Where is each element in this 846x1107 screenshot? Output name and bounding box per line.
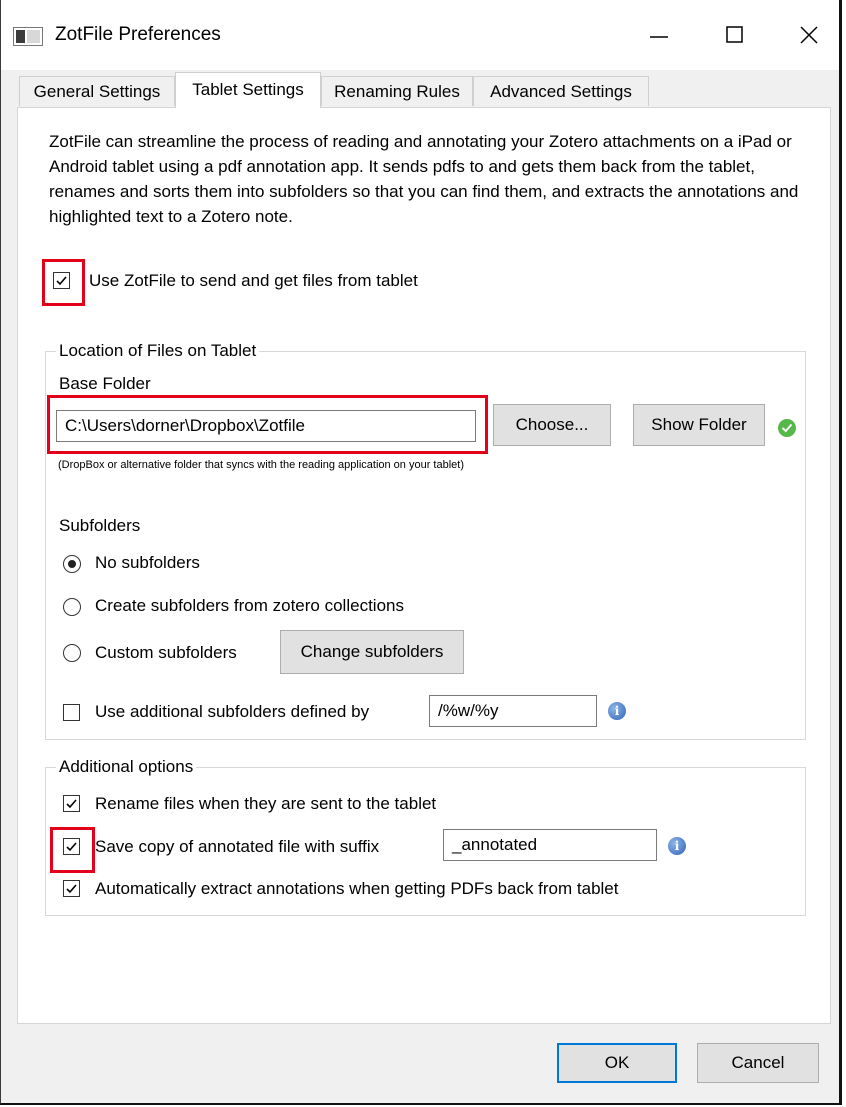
location-legend: Location of Files on Tablet <box>56 341 260 361</box>
save-copy-checkbox[interactable] <box>63 838 80 855</box>
choose-folder-button[interactable]: Choose... <box>493 404 611 446</box>
base-folder-input[interactable]: C:\Users\dorner\Dropbox\Zotfile <box>56 410 476 442</box>
tab-tablet-settings[interactable]: Tablet Settings <box>175 72 321 108</box>
close-icon <box>800 26 818 44</box>
window-title: ZotFile Preferences <box>55 24 221 45</box>
radio-no-subfolders[interactable] <box>63 555 81 573</box>
extract-annotations-label: Automatically extract annotations when g… <box>95 879 619 898</box>
show-folder-button[interactable]: Show Folder <box>633 404 765 446</box>
base-folder-hint: (DropBox or alternative folder that sync… <box>58 459 464 471</box>
checkmark-icon <box>66 884 77 894</box>
radio-no-subfolders-label: No subfolders <box>95 553 200 572</box>
intro-description: ZotFile can streamline the process of re… <box>49 132 799 226</box>
save-copy-label: Save copy of annotated file with suffix <box>95 837 380 856</box>
minimize-button[interactable] <box>629 14 689 56</box>
folder-valid-icon <box>778 419 796 437</box>
maximize-button[interactable] <box>705 14 765 56</box>
checkmark-icon <box>56 276 67 286</box>
change-subfolders-button[interactable]: Change subfolders <box>280 630 464 674</box>
additional-subfolders-label: Use additional subfolders defined by <box>95 702 370 721</box>
rename-files-checkbox[interactable] <box>63 795 80 812</box>
additional-subfolders-input[interactable]: /%w/%y <box>429 695 597 727</box>
info-icon[interactable]: i <box>608 702 626 720</box>
extract-annotations-checkbox[interactable] <box>63 880 80 897</box>
app-icon <box>13 27 43 46</box>
subfolders-label: Subfolders <box>59 516 141 535</box>
close-button[interactable] <box>779 14 839 56</box>
preferences-window: ZotFile Preferences General Settings Tab… <box>0 0 842 1105</box>
radio-custom-subfolders[interactable] <box>63 644 81 662</box>
info-icon[interactable]: i <box>668 837 686 855</box>
radio-collections-subfolders[interactable] <box>63 598 81 616</box>
use-tablet-label: Use ZotFile to send and get files from t… <box>89 271 418 290</box>
additional-subfolders-checkbox[interactable] <box>63 704 80 721</box>
options-legend: Additional options <box>56 757 197 777</box>
title-bar[interactable]: ZotFile Preferences <box>1 0 839 70</box>
radio-collections-label: Create subfolders from zotero collection… <box>95 596 404 615</box>
ok-button[interactable]: OK <box>557 1043 677 1083</box>
radio-custom-label: Custom subfolders <box>95 643 237 662</box>
cancel-button[interactable]: Cancel <box>697 1043 819 1083</box>
checkmark-icon <box>66 799 77 809</box>
use-tablet-checkbox[interactable] <box>53 272 70 289</box>
tab-advanced-settings[interactable]: Advanced Settings <box>473 76 649 106</box>
rename-files-label: Rename files when they are sent to the t… <box>95 794 437 813</box>
tab-general-settings[interactable]: General Settings <box>19 76 175 106</box>
checkmark-icon <box>66 842 77 852</box>
minimize-icon <box>650 36 668 38</box>
suffix-input[interactable]: _annotated <box>443 829 657 861</box>
maximize-icon <box>726 26 743 43</box>
tab-renaming-rules[interactable]: Renaming Rules <box>321 76 473 106</box>
base-folder-label: Base Folder <box>59 374 151 393</box>
